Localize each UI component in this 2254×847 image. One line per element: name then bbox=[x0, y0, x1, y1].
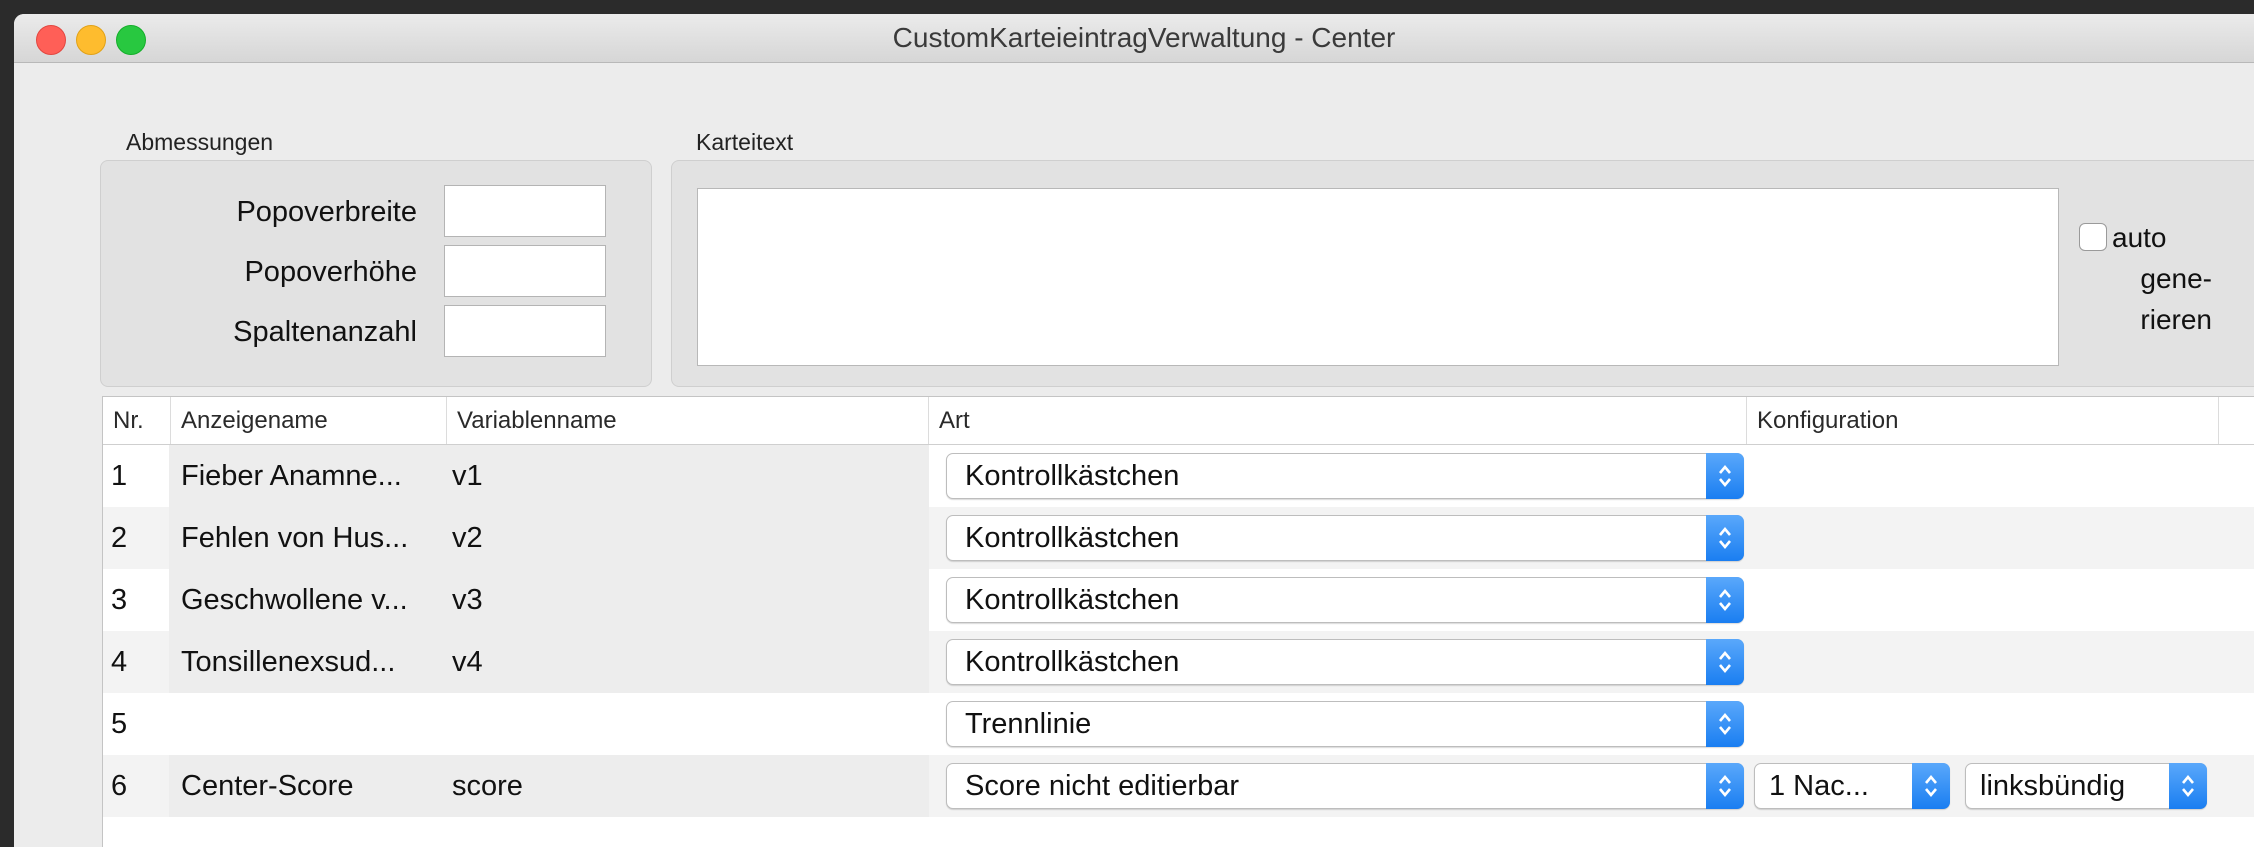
row-nr: 3 bbox=[111, 584, 128, 616]
konfiguration-alignment-popup[interactable]: linksbündig bbox=[1965, 763, 2207, 809]
up-down-chevron-icon bbox=[1912, 763, 1950, 809]
fields-table: Nr. Anzeigename Variablenname Art Konfig… bbox=[102, 396, 2254, 847]
row-nr: 4 bbox=[111, 646, 128, 678]
column-header-anzeigename[interactable]: Anzeigename bbox=[171, 397, 447, 444]
up-down-chevron-icon bbox=[1706, 453, 1744, 499]
column-header-art[interactable]: Art bbox=[929, 397, 1747, 444]
karteitext-group: auto gene- rieren bbox=[671, 160, 2254, 387]
konfiguration-alignment-value: linksbündig bbox=[1980, 770, 2126, 802]
row-variablenname[interactable]: v4 bbox=[444, 631, 929, 693]
auto-generieren-label-line2: gene- bbox=[2140, 263, 2212, 294]
table-row[interactable]: 2 Fehlen von Hus... v2 Kontrollkästchen bbox=[103, 507, 2254, 569]
art-popup-value: Kontrollkästchen bbox=[965, 646, 1180, 678]
row-anzeigename[interactable] bbox=[169, 693, 444, 755]
art-popup[interactable]: Trennlinie bbox=[946, 701, 1744, 747]
auto-generieren-label-line1: auto bbox=[2112, 222, 2167, 253]
row-variablenname[interactable]: v1 bbox=[444, 445, 929, 507]
art-popup-value: Kontrollkästchen bbox=[965, 584, 1180, 616]
row-nr: 6 bbox=[111, 770, 128, 802]
auto-generieren-label: auto gene- rieren bbox=[2112, 217, 2212, 340]
art-popup[interactable]: Kontrollkästchen bbox=[946, 515, 1744, 561]
row-nr: 5 bbox=[111, 708, 128, 740]
auto-generieren-label-line3: rieren bbox=[2140, 304, 2212, 335]
art-popup[interactable]: Kontrollkästchen bbox=[946, 453, 1744, 499]
popoverbreite-label: Popoverbreite bbox=[236, 196, 417, 228]
app-window: CustomKarteieintragVerwaltung - Center A… bbox=[14, 14, 2254, 847]
window-title: CustomKarteieintragVerwaltung - Center bbox=[892, 22, 1396, 53]
row-nr: 1 bbox=[111, 460, 128, 492]
row-variablenname[interactable]: v3 bbox=[444, 569, 929, 631]
spaltenanzahl-field[interactable] bbox=[444, 305, 606, 357]
art-popup[interactable]: Score nicht editierbar bbox=[946, 763, 1744, 809]
row-anzeigename[interactable]: Geschwollene v... bbox=[169, 569, 444, 631]
row-anzeigename[interactable]: Center-Score bbox=[169, 755, 444, 817]
column-header-nr[interactable]: Nr. bbox=[103, 397, 171, 444]
row-variablenname[interactable] bbox=[444, 693, 929, 755]
column-header-variablenname[interactable]: Variablenname bbox=[447, 397, 929, 444]
up-down-chevron-icon bbox=[1706, 763, 1744, 809]
auto-generieren-checkbox[interactable] bbox=[2079, 223, 2107, 251]
row-variablenname[interactable]: v2 bbox=[444, 507, 929, 569]
abmessungen-group-label: Abmessungen bbox=[126, 129, 274, 155]
row-anzeigename[interactable]: Fieber Anamne... bbox=[169, 445, 444, 507]
row-anzeigename[interactable]: Fehlen von Hus... bbox=[169, 507, 444, 569]
art-popup[interactable]: Kontrollkästchen bbox=[946, 639, 1744, 685]
table-row[interactable]: 5 Trennlinie bbox=[103, 693, 2254, 755]
up-down-chevron-icon bbox=[1706, 701, 1744, 747]
table-row[interactable]: 4 Tonsillenexsud... v4 Kontrollkästchen bbox=[103, 631, 2254, 693]
art-popup-value: Trennlinie bbox=[965, 708, 1092, 740]
popoverbreite-field[interactable] bbox=[444, 185, 606, 237]
konfiguration-decimal-value: 1 Nac... bbox=[1769, 770, 1869, 802]
row-nr: 2 bbox=[111, 522, 128, 554]
up-down-chevron-icon bbox=[1706, 515, 1744, 561]
up-down-chevron-icon bbox=[1706, 577, 1744, 623]
art-popup-value: Kontrollkästchen bbox=[965, 460, 1180, 492]
up-down-chevron-icon bbox=[1706, 639, 1744, 685]
row-variablenname[interactable]: score bbox=[444, 755, 929, 817]
column-header-konfiguration[interactable]: Konfiguration bbox=[1747, 397, 2219, 444]
title-bar: CustomKarteieintragVerwaltung - Center bbox=[14, 14, 2254, 63]
karteitext-group-label: Karteitext bbox=[696, 129, 794, 155]
table-row[interactable]: 1 Fieber Anamne... v1 Kontrollkästchen bbox=[103, 445, 2254, 507]
row-anzeigename[interactable]: Tonsillenexsud... bbox=[169, 631, 444, 693]
table-row[interactable]: 6 Center-Score score Score nicht editier… bbox=[103, 755, 2254, 817]
up-down-chevron-icon bbox=[2169, 763, 2207, 809]
konfiguration-decimal-popup[interactable]: 1 Nac... bbox=[1754, 763, 1950, 809]
abmessungen-group: Popoverbreite Popoverhöhe Spaltenanzahl bbox=[100, 160, 652, 387]
art-popup-value: Score nicht editierbar bbox=[965, 770, 1240, 802]
art-popup[interactable]: Kontrollkästchen bbox=[946, 577, 1744, 623]
table-row[interactable]: 3 Geschwollene v... v3 Kontrollkästchen bbox=[103, 569, 2254, 631]
spaltenanzahl-label: Spaltenanzahl bbox=[233, 316, 417, 348]
popoverhoehe-field[interactable] bbox=[444, 245, 606, 297]
art-popup-value: Kontrollkästchen bbox=[965, 522, 1180, 554]
popoverhoehe-label: Popoverhöhe bbox=[244, 256, 417, 288]
karteitext-textarea[interactable] bbox=[697, 188, 2059, 366]
